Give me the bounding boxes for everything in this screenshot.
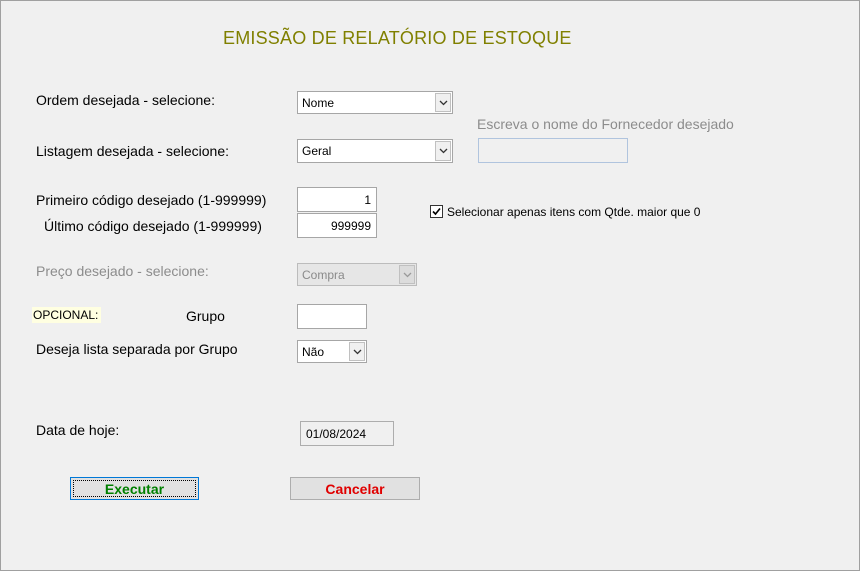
grupo-label: Grupo — [186, 308, 225, 324]
ultimo-input[interactable]: 999999 — [297, 213, 377, 238]
cancel-button-label: Cancelar — [325, 480, 385, 497]
page-title: EMISSÃO DE RELATÓRIO DE ESTOQUE — [223, 28, 572, 48]
qtde-checkbox[interactable] — [430, 205, 443, 218]
data-field: 01/08/2024 — [300, 421, 394, 446]
lista-grupo-label: Deseja lista separada por Grupo — [36, 341, 238, 357]
qtde-checkbox-label[interactable]: Selecionar apenas itens com Qtde. maior … — [447, 205, 700, 219]
execute-button[interactable]: Executar — [70, 477, 199, 500]
lista-grupo-select[interactable]: Não — [297, 340, 367, 363]
data-label: Data de hoje: — [36, 422, 120, 438]
ordem-select[interactable]: Nome — [297, 91, 453, 114]
opcional-label: OPCIONAL: — [32, 307, 102, 323]
cancel-button[interactable]: Cancelar — [290, 477, 420, 500]
chevron-down-icon[interactable] — [435, 93, 451, 112]
lista-grupo-value: Não — [302, 344, 325, 359]
preco-select[interactable]: Compra — [297, 263, 417, 286]
data-value: 01/08/2024 — [306, 426, 367, 441]
fornecedor-input[interactable] — [478, 138, 628, 163]
primeiro-label: Primeiro código desejado (1-999999) — [36, 192, 267, 208]
focus-rectangle — [73, 480, 196, 497]
primeiro-input[interactable]: 1 — [297, 187, 377, 212]
checkmark-icon — [432, 207, 441, 216]
ordem-label: Ordem desejada - selecione: — [36, 92, 215, 108]
grupo-input[interactable] — [297, 304, 367, 329]
listagem-label: Listagem desejada - selecione: — [36, 143, 230, 159]
chevron-down-icon[interactable] — [349, 342, 365, 361]
chevron-down-icon[interactable] — [435, 141, 451, 161]
listagem-select[interactable]: Geral — [297, 139, 453, 163]
listagem-value: Geral — [302, 144, 332, 158]
chevron-down-icon[interactable] — [399, 265, 415, 284]
ultimo-label: Último código desejado (1-999999) — [44, 218, 262, 234]
ordem-value: Nome — [302, 95, 335, 110]
preco-label: Preço desejado - selecione: — [36, 263, 209, 279]
preco-value: Compra — [302, 267, 345, 282]
report-window: EMISSÃO DE RELATÓRIO DE ESTOQUE Ordem de… — [0, 0, 860, 571]
primeiro-value: 1 — [364, 192, 371, 207]
fornecedor-label: Escreva o nome do Fornecedor desejado — [477, 116, 734, 132]
ultimo-value: 999999 — [330, 218, 371, 233]
